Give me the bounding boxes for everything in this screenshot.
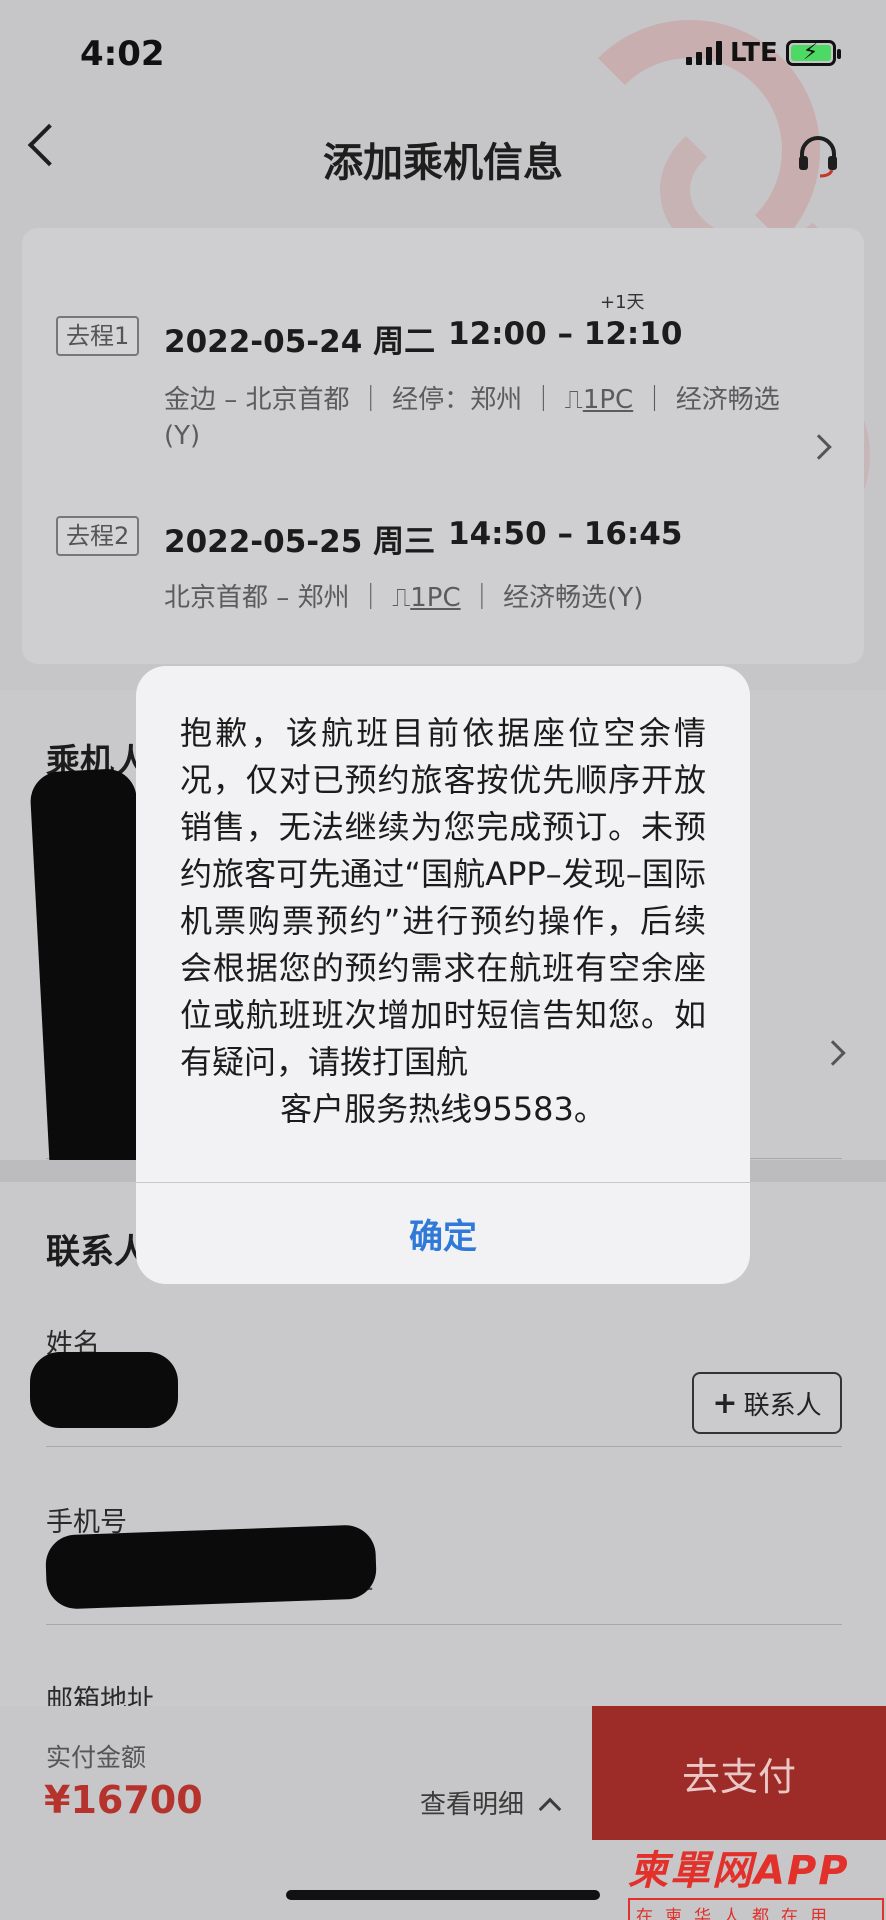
contact-section-title: 联系人: [46, 1232, 148, 1272]
chevron-up-icon: [538, 1797, 562, 1821]
headset-support-icon[interactable]: [796, 134, 840, 178]
segment-2-time: 14:50 – 16:45: [448, 516, 683, 552]
divider: [46, 1446, 842, 1447]
divider: [46, 1624, 842, 1625]
redacted-name: [30, 1352, 178, 1428]
pay-amount: ¥16700: [44, 1778, 203, 1822]
status-indicators: LTE ⚡: [686, 38, 841, 68]
segment-1-time: 12:00 – 12:10: [448, 316, 683, 352]
redacted-phone: [44, 1524, 378, 1610]
alert-dialog: 抱歉，该航班目前依据座位空余情况，仅对已预约旅客按优先顺序开放销售，无法继续为您…: [136, 666, 750, 1284]
luggage-icon: ⎍: [392, 583, 411, 613]
home-indicator[interactable]: [286, 1890, 600, 1900]
confirm-button[interactable]: 确定: [136, 1183, 750, 1284]
status-time: 4:02: [80, 34, 165, 74]
watermark-logo: 柬單网APP 在柬华人都在用: [628, 1838, 884, 1920]
battery-charging-icon: ⚡: [785, 40, 841, 66]
pay-amount-label: 实付金额: [46, 1743, 147, 1772]
segment-1-date: 2022-05-24 周二: [164, 324, 436, 360]
segment-2-date: 2022-05-25 周三: [164, 524, 436, 560]
segment-2-tag: 去程2: [56, 516, 140, 556]
page-title: 添加乘机信息: [323, 140, 563, 186]
signal-icon: [686, 41, 722, 65]
pay-button[interactable]: 去支付: [592, 1706, 886, 1840]
baggage-link[interactable]: 1PC: [410, 583, 460, 613]
luggage-icon: ⎍: [564, 385, 583, 415]
segment-1-details: 金边 – 北京首都 ｜ 经停：郑州 ｜ ⎍1PC ｜ 经济畅选 (Y): [164, 385, 780, 451]
segment-1-next-day: +1天: [600, 292, 645, 313]
segment-2-details: 北京首都 – 郑州 ｜ ⎍1PC ｜ 经济畅选(Y): [164, 583, 644, 613]
network-label: LTE: [730, 38, 778, 68]
dialog-message: 抱歉，该航班目前依据座位空余情况，仅对已预约旅客按优先顺序开放销售，无法继续为您…: [180, 714, 706, 1128]
segment-1-tag: 去程1: [56, 316, 140, 356]
add-contact-button[interactable]: + 联系人: [692, 1372, 842, 1434]
baggage-link[interactable]: 1PC: [583, 385, 633, 415]
view-detail-link[interactable]: 查看明细: [420, 1784, 562, 1821]
